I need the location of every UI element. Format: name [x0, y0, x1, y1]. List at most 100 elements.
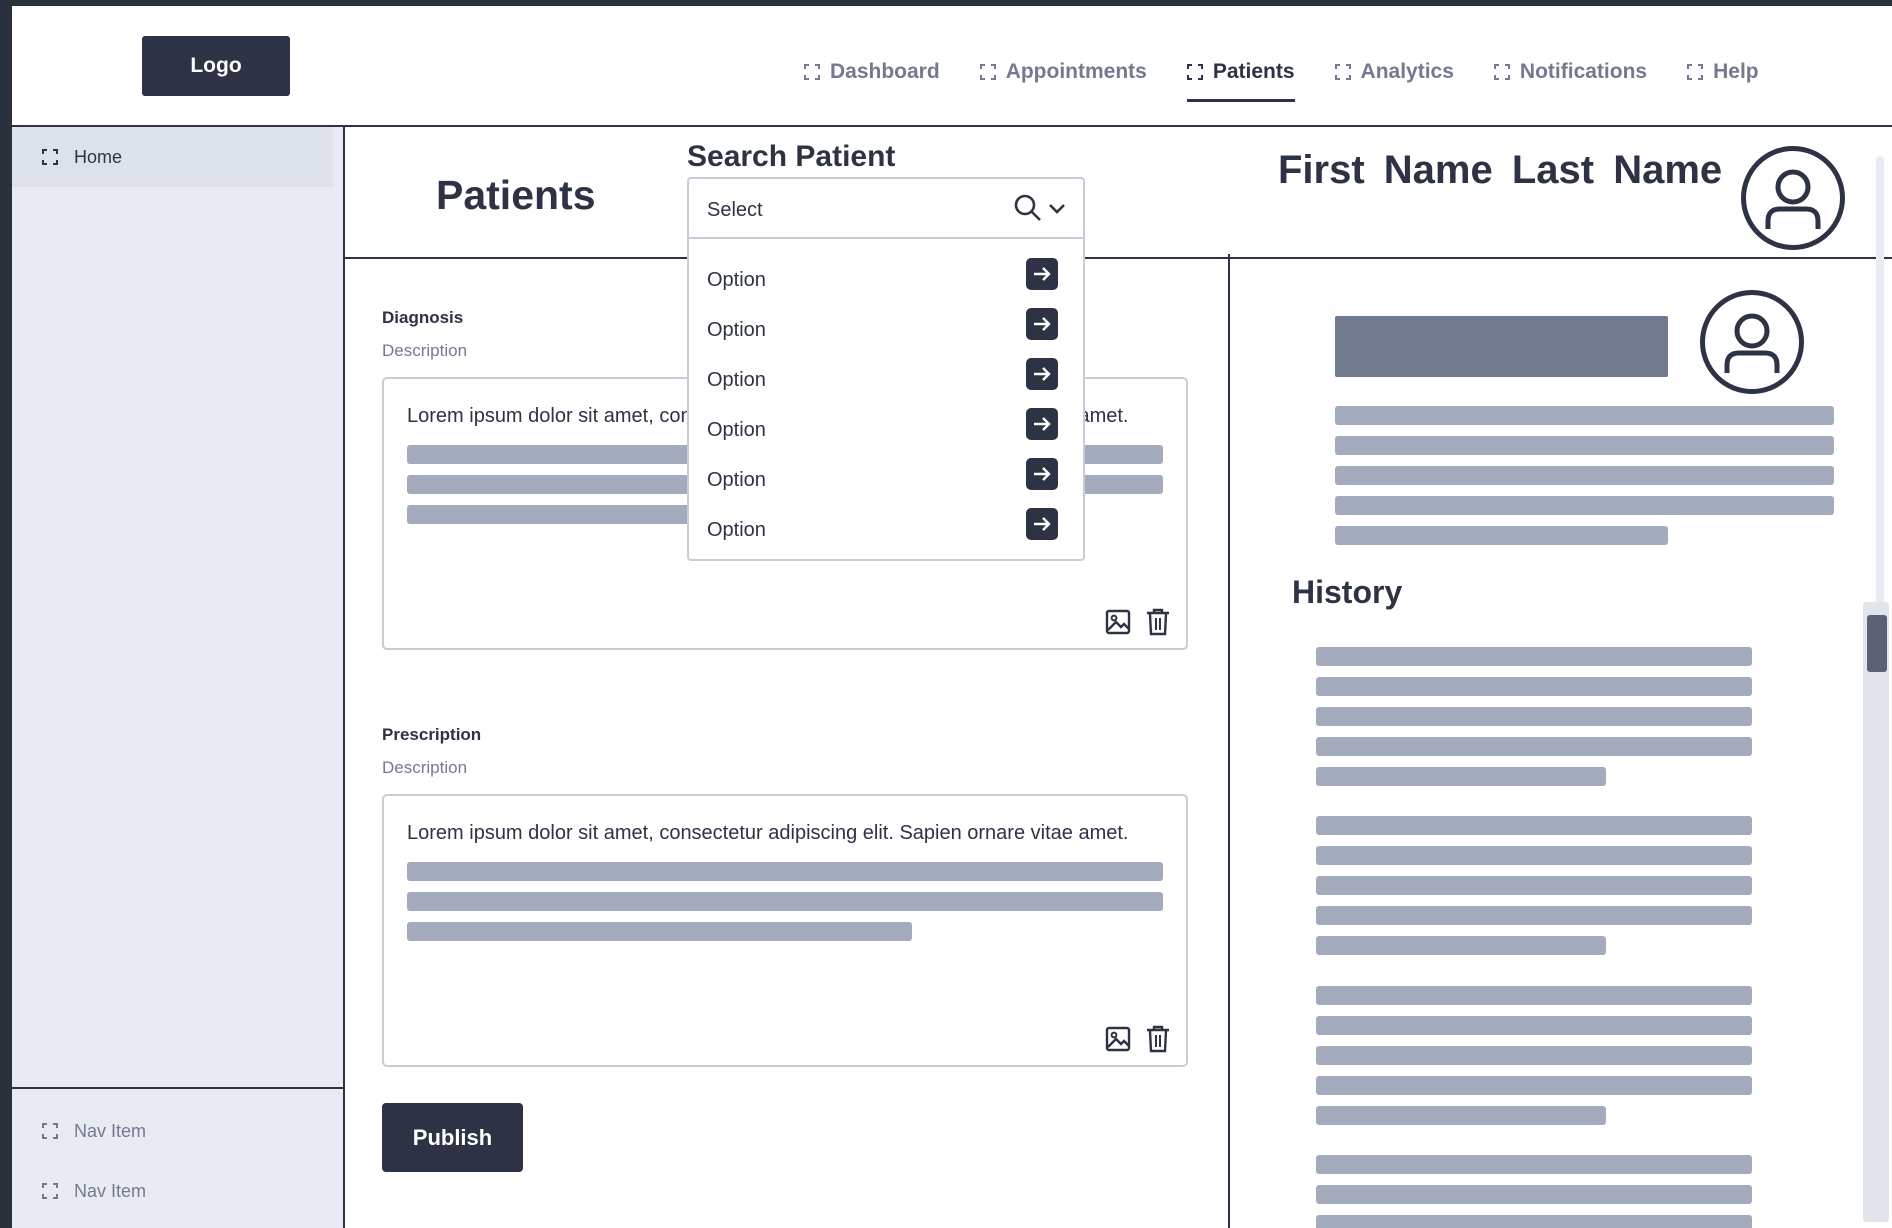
diagnosis-label: Diagnosis	[382, 308, 464, 327]
nav-label: Help	[1713, 60, 1759, 83]
dropdown-option[interactable]: Option	[689, 501, 1083, 551]
placeholder-icon	[804, 64, 820, 80]
nav-analytics[interactable]: Analytics	[1334, 54, 1454, 90]
user-icon	[1724, 313, 1780, 373]
image-icon[interactable]	[1104, 1025, 1132, 1053]
search-patient-select[interactable]: Select	[687, 177, 1085, 239]
prescription-text: Lorem ipsum dolor sit amet, consectetur …	[407, 822, 1129, 844]
nav-label: Appointments	[1005, 60, 1147, 83]
top-nav: Dashboard Appointments Patients Analytic…	[804, 54, 1759, 102]
history-placeholder-bar	[1316, 1016, 1752, 1035]
history-placeholder-bar	[1316, 647, 1752, 666]
search-patient-dropdown: Option Option Option Option Option Optio…	[687, 239, 1085, 561]
nav-help[interactable]: Help	[1687, 54, 1759, 90]
arrow-right-icon[interactable]	[1026, 308, 1058, 340]
history-placeholder-bar	[1316, 737, 1752, 756]
history-placeholder-bar	[1316, 1106, 1606, 1125]
placeholder-icon	[42, 149, 58, 165]
history-placeholder-bar	[1316, 876, 1752, 895]
history-placeholder-bar	[1316, 1155, 1752, 1174]
diagnosis-actions	[1104, 608, 1172, 636]
arrow-right-icon[interactable]	[1026, 458, 1058, 490]
sidebar-item-label: Home	[74, 146, 123, 167]
dropdown-option[interactable]: Option	[689, 401, 1083, 451]
history-title: History	[1292, 574, 1403, 610]
prescription-actions	[1104, 1025, 1172, 1053]
profile-placeholder-bar	[1335, 466, 1834, 485]
history-scrollbar-track[interactable]	[1863, 602, 1889, 1222]
publish-button[interactable]: Publish	[382, 1103, 523, 1172]
placeholder-icon	[1687, 64, 1704, 80]
text-placeholder-bar	[407, 862, 1163, 881]
search-icon[interactable]	[1013, 193, 1043, 223]
prescription-description: Description	[382, 758, 468, 777]
profile-placeholder-bar	[1335, 496, 1834, 515]
arrow-right-icon[interactable]	[1026, 508, 1058, 540]
history-placeholder-bar	[1316, 1185, 1752, 1204]
history-placeholder-bar	[1316, 1046, 1752, 1065]
nav-notifications[interactable]: Notifications	[1493, 54, 1648, 90]
placeholder-icon	[42, 1183, 58, 1199]
trash-icon[interactable]	[1144, 1025, 1172, 1053]
patient-name: First Name Last Name	[1278, 148, 1723, 192]
profile-placeholder-bar	[1335, 406, 1834, 425]
history-placeholder-bar	[1316, 707, 1752, 726]
sidebar-item-nav-2[interactable]: Nav Item	[12, 1161, 333, 1221]
history-placeholder-bar	[1316, 1076, 1752, 1095]
placeholder-icon	[1493, 64, 1510, 80]
option-label: Option	[707, 469, 766, 491]
profile-placeholder-bar	[1335, 526, 1668, 545]
nav-dashboard[interactable]: Dashboard	[804, 54, 940, 90]
nav-label: Dashboard	[830, 60, 940, 83]
sidebar-item-label: Nav Item	[74, 1180, 147, 1201]
history-placeholder-bar	[1316, 906, 1752, 925]
select-value: Select	[707, 199, 763, 221]
sidebar: Home Nav Item Nav Item	[12, 127, 345, 1228]
avatar[interactable]	[1741, 146, 1845, 250]
placeholder-icon	[1334, 64, 1351, 80]
arrow-right-icon[interactable]	[1026, 358, 1058, 390]
history-placeholder-bar	[1316, 677, 1752, 696]
nav-label: Analytics	[1360, 60, 1454, 83]
search-label: Search Patient	[687, 140, 896, 173]
sidebar-item-home[interactable]: Home	[12, 127, 333, 187]
nav-label: Patients	[1212, 60, 1295, 83]
nav-appointments[interactable]: Appointments	[979, 54, 1147, 90]
dropdown-option[interactable]: Option	[689, 351, 1083, 401]
dropdown-option[interactable]: Option	[689, 451, 1083, 501]
sidebar-item-nav-1[interactable]: Nav Item	[12, 1101, 333, 1161]
diagnosis-description: Description	[382, 341, 468, 360]
profile-placeholder-bar	[1335, 436, 1834, 455]
placeholder-icon	[1186, 64, 1203, 80]
header-divider	[345, 257, 1892, 259]
arrow-right-icon[interactable]	[1026, 258, 1058, 290]
page-title: Patients	[436, 172, 596, 218]
profile-title-placeholder	[1335, 316, 1668, 377]
sidebar-footer: Nav Item Nav Item	[12, 1087, 343, 1228]
arrow-right-icon[interactable]	[1026, 408, 1058, 440]
chevron-down-icon[interactable]	[1047, 198, 1067, 218]
nav-patients[interactable]: Patients	[1186, 54, 1295, 102]
history-placeholder-bar	[1316, 767, 1606, 786]
dropdown-option[interactable]: Option	[689, 251, 1083, 301]
history-placeholder-bar	[1316, 936, 1606, 955]
top-header: Logo Dashboard Appointments Patients Ana…	[12, 6, 1892, 127]
dropdown-option[interactable]: Option	[689, 301, 1083, 351]
history-scrollbar-thumb[interactable]	[1867, 615, 1887, 672]
option-label: Option	[707, 419, 766, 441]
image-icon[interactable]	[1104, 608, 1132, 636]
panel-divider	[1228, 254, 1230, 1228]
option-label: Option	[707, 319, 766, 341]
nav-label: Notifications	[1519, 60, 1648, 83]
prescription-label: Prescription	[382, 725, 482, 744]
select-icons	[1013, 193, 1067, 223]
logo[interactable]: Logo	[142, 36, 290, 96]
placeholder-icon	[979, 64, 996, 80]
history-placeholder-bar	[1316, 816, 1752, 835]
prescription-textarea[interactable]: Lorem ipsum dolor sit amet, consectetur …	[382, 794, 1188, 1067]
history-placeholder-bar	[1316, 1215, 1752, 1228]
user-icon	[1765, 169, 1821, 229]
trash-icon[interactable]	[1144, 608, 1172, 636]
text-placeholder-bar	[407, 892, 1163, 911]
option-label: Option	[707, 369, 766, 391]
